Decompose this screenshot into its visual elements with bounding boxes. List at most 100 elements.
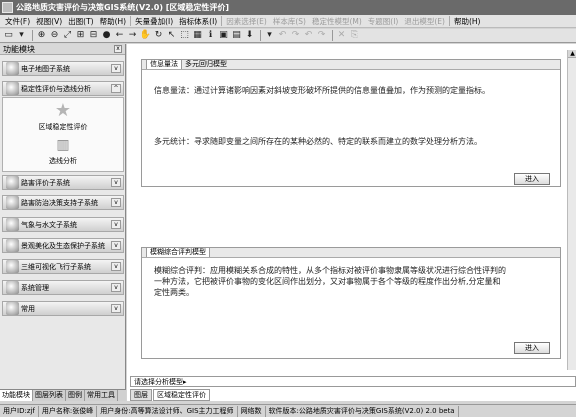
model-panel-fuzzy: 模糊综合评判模型 模糊综合评判：应用模糊关系合成的特性，从多个指标对被评价事物隶…	[141, 247, 561, 359]
enter-button[interactable]: 进入	[514, 342, 550, 354]
group-admin[interactable]: 系统管理 v	[2, 280, 124, 295]
group-common[interactable]: 常用 v	[2, 301, 124, 316]
menu-item-1[interactable]: 视图(V)	[33, 16, 65, 27]
group-landscape[interactable]: 景观美化及生态保护子系统 v	[2, 238, 124, 253]
menu-item-0[interactable]: 文件(F)	[2, 16, 33, 27]
item-regional-stability[interactable]: ★ 区域稳定性评价	[3, 102, 123, 132]
model-select-dropdown[interactable]: 请选择分析模型▸	[130, 376, 576, 387]
layer-icon[interactable]: ▤	[231, 30, 242, 41]
sidebar-tabs: 功能模块 图层列表 图例 常用工具	[0, 389, 126, 401]
tab-multiple-regression[interactable]: 多元回归模型	[182, 60, 230, 69]
chevron-down-icon[interactable]: v	[111, 64, 121, 73]
dropdown-icon[interactable]: ▾	[264, 30, 275, 41]
undo-icon[interactable]: ↶	[277, 30, 288, 41]
group-weather[interactable]: 气象与水文子系统 v	[2, 217, 124, 232]
copy-icon[interactable]: ⎘	[349, 30, 360, 41]
group-label: 景观美化及生态保护子系统	[21, 241, 105, 250]
refresh-icon[interactable]: ↻	[153, 30, 164, 41]
menu-item-5[interactable]: 指标体系(I)	[176, 16, 220, 27]
group-label: 路害评价子系统	[21, 178, 70, 187]
chevron-down-icon[interactable]: v	[111, 220, 121, 229]
map-module-icon	[6, 62, 19, 75]
zoom-out-icon[interactable]: ⊖	[49, 30, 60, 41]
fixed-zoom-in-icon[interactable]: ⊞	[75, 30, 86, 41]
forward-arrow-icon[interactable]: →	[127, 30, 138, 41]
scroll-up-icon[interactable]: ▲	[568, 50, 576, 58]
item-route-analysis[interactable]: ▥ 选线分析	[3, 136, 123, 166]
toolbar-separator	[332, 30, 333, 41]
sidebar-title: 功能模块	[3, 44, 35, 54]
group-label: 常用	[21, 304, 35, 313]
admin-module-icon	[6, 281, 19, 294]
redo-icon[interactable]: ↷	[290, 30, 301, 41]
zoom-in-icon[interactable]: ⊕	[36, 30, 47, 41]
menu-item-9[interactable]: 专题图(I)	[365, 16, 402, 27]
select-arrow-icon[interactable]: ↖	[166, 30, 177, 41]
status-cell-0: 用户ID:zjf	[0, 405, 39, 417]
select-box-icon[interactable]: ⬚	[179, 30, 190, 41]
stability-module-icon	[6, 82, 19, 95]
tab-regional-stability[interactable]: 区域稳定性评价	[153, 389, 210, 401]
fixed-zoom-out-icon[interactable]: ⊟	[88, 30, 99, 41]
window-title: 公路地质灾害评价与决策GIS系统(V2.0) [区域稳定性评价]	[16, 3, 230, 12]
chevron-down-icon[interactable]: v	[111, 178, 121, 187]
menu-item-2[interactable]: 出图(T)	[65, 16, 96, 27]
group-stability[interactable]: 稳定性评价与选线分析 ^	[2, 81, 124, 96]
menu-item-3[interactable]: 帮助(H)	[97, 16, 130, 27]
identify-icon[interactable]: ⬇	[244, 30, 255, 41]
delete-icon[interactable]: ✕	[336, 30, 347, 41]
vertical-scrollbar[interactable]: ▲	[567, 50, 576, 370]
tab-function-modules[interactable]: 功能模块	[0, 390, 33, 401]
panel-tabs: 模糊综合评判模型	[142, 247, 560, 258]
menu-item-10[interactable]: 退出模型(E)	[401, 16, 448, 27]
chevron-down-icon[interactable]: v	[111, 262, 121, 271]
main-tabs: 图层 区域稳定性评价	[130, 389, 211, 401]
chevron-down-icon[interactable]: v	[111, 283, 121, 292]
menu-item-11[interactable]: 帮助(H)	[451, 16, 484, 27]
menu-item-4[interactable]: 矢量叠加(I)	[132, 16, 176, 27]
group-hazard[interactable]: 路害评价子系统 v	[2, 175, 124, 190]
app-icon	[2, 2, 13, 13]
hazard-module-icon	[6, 176, 19, 189]
chevron-down-icon[interactable]: v	[111, 241, 121, 250]
enter-button[interactable]: 进入	[514, 173, 550, 185]
route-icon: ▥	[56, 137, 70, 153]
menu-item-7[interactable]: 样本库(S)	[270, 16, 309, 27]
star-icon: ★	[54, 100, 72, 121]
title-bar: 公路地质灾害评价与决策GIS系统(V2.0) [区域稳定性评价]	[0, 0, 576, 15]
group-3d[interactable]: 三维可视化飞行子系统 v	[2, 259, 124, 274]
back-arrow-icon[interactable]: ←	[114, 30, 125, 41]
globe-icon[interactable]: ●	[101, 30, 112, 41]
open-icon[interactable]: ▭	[3, 30, 14, 41]
toolbar-separator	[260, 30, 261, 41]
group-label: 系统管理	[21, 283, 49, 292]
table-icon[interactable]: ▦	[192, 30, 203, 41]
main-area: 信息量法 多元回归模型 信息量法：通过计算诸影响因素对斜坡变形破坏所提供的信息量…	[127, 44, 576, 401]
measure-icon[interactable]: ▣	[218, 30, 229, 41]
chevron-up-icon[interactable]: ^	[111, 84, 121, 93]
menu-item-8[interactable]: 稳定性模型(M)	[309, 16, 365, 27]
chevron-down-icon[interactable]: v	[111, 304, 121, 313]
info-icon[interactable]: ℹ	[205, 30, 216, 41]
menu-bar: 文件(F) 视图(V) 出图(T) 帮助(H) 矢量叠加(I) 指标体系(I) 因素选择(E…	[0, 15, 576, 28]
tab-info-method[interactable]: 信息量法	[146, 59, 182, 69]
tab-layer-list[interactable]: 图层列表	[33, 390, 66, 401]
group-label: 气象与水文子系统	[21, 220, 77, 229]
group-electronic-map[interactable]: 电子地图子系统 v	[2, 61, 124, 76]
full-extent-icon[interactable]: ⤢	[62, 30, 73, 41]
undo-all-icon[interactable]: ↶	[303, 30, 314, 41]
menu-item-6[interactable]: 因素选择(E)	[223, 16, 270, 27]
sidebar-header: 功能模块 x	[0, 44, 125, 55]
tab-layers[interactable]: 图层	[130, 389, 152, 401]
fuzzy-description: 模糊综合评判：应用模糊关系合成的特性，从多个指标对被评价事物隶属等级状况进行综合…	[154, 266, 506, 297]
redo-all-icon[interactable]: ↷	[316, 30, 327, 41]
pan-hand-icon[interactable]: ✋	[140, 30, 151, 41]
dropdown-icon[interactable]: ▾	[16, 30, 27, 41]
close-icon[interactable]: x	[114, 45, 122, 53]
group-decision[interactable]: 路害防治决策支持子系统 v	[2, 195, 124, 210]
tab-legend[interactable]: 图例	[66, 390, 85, 401]
tab-fuzzy-evaluation[interactable]: 模糊综合评判模型	[146, 247, 210, 257]
tab-common-tools[interactable]: 常用工具	[85, 390, 118, 401]
group-label: 稳定性评价与选线分析	[21, 84, 91, 93]
chevron-down-icon[interactable]: v	[111, 198, 121, 207]
